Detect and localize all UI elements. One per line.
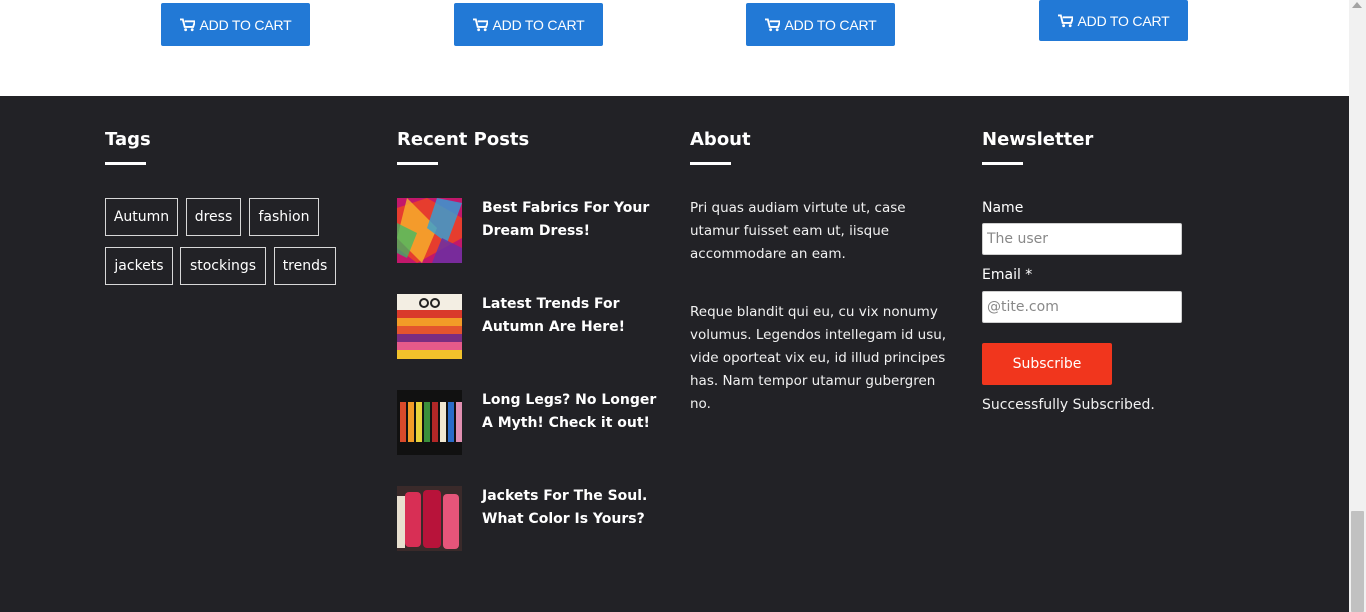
post-thumbnail[interactable]	[397, 294, 462, 359]
tag-jackets[interactable]: jackets	[105, 247, 173, 285]
add-to-cart-button[interactable]: ADD TO CART	[746, 3, 895, 46]
add-to-cart-label: ADD TO CART	[784, 16, 877, 33]
add-to-cart-label: ADD TO CART	[492, 16, 585, 33]
recent-posts-heading: Recent Posts	[397, 129, 530, 150]
tag-trends[interactable]: trends	[274, 247, 336, 285]
scroll-up-icon[interactable]	[1352, 2, 1362, 8]
post-title[interactable]: Best Fabrics For Your Dream Dress!	[482, 197, 657, 243]
heading-underline	[982, 162, 1023, 165]
post-thumbnail[interactable]	[397, 390, 462, 455]
add-to-cart-button[interactable]: ADD TO CART	[161, 3, 310, 46]
about-paragraph: Pri quas audiam virtute ut, case utamur …	[690, 200, 906, 262]
post-title[interactable]: Jackets For The Soul. What Color Is Your…	[482, 485, 657, 531]
tags-heading: Tags	[105, 129, 151, 150]
tag-stockings[interactable]: stockings	[180, 247, 266, 285]
post-thumbnail[interactable]	[397, 198, 462, 263]
shopping-cart-icon	[1057, 13, 1073, 27]
post-title[interactable]: Long Legs? No Longer A Myth! Check it ou…	[482, 389, 657, 435]
email-input[interactable]	[982, 291, 1182, 323]
product-grid-bottom: ADD TO CART ADD TO CART ADD TO CART ADD …	[0, 0, 1349, 96]
heading-underline	[105, 162, 146, 165]
add-to-cart-button[interactable]: ADD TO CART	[1039, 0, 1188, 41]
about-paragraph: Reque blandit qui eu, cu vix nonumy volu…	[690, 304, 947, 412]
subscription-status: Successfully Subscribed.	[982, 397, 1155, 413]
newsletter-heading: Newsletter	[982, 129, 1094, 150]
post-thumbnail[interactable]	[397, 486, 462, 551]
tag-autumn[interactable]: Autumn	[105, 198, 178, 236]
about-heading: About	[690, 129, 751, 150]
subscribe-button[interactable]: Subscribe	[982, 343, 1112, 385]
shopping-cart-icon	[764, 17, 780, 31]
heading-underline	[690, 162, 731, 165]
shopping-cart-icon	[472, 17, 488, 31]
site-footer: Tags Autumn dress fashion jackets stocki…	[0, 96, 1349, 612]
heading-underline	[397, 162, 438, 165]
tag-fashion[interactable]: fashion	[249, 198, 319, 236]
scrollbar-thumb[interactable]	[1351, 511, 1364, 612]
post-title[interactable]: Latest Trends For Autumn Are Here!	[482, 293, 657, 339]
email-label: Email *	[982, 267, 1033, 283]
name-label: Name	[982, 200, 1024, 216]
tag-dress[interactable]: dress	[186, 198, 241, 236]
add-to-cart-label: ADD TO CART	[1077, 12, 1170, 29]
name-input[interactable]	[982, 223, 1182, 255]
add-to-cart-label: ADD TO CART	[199, 16, 292, 33]
shopping-cart-icon	[179, 17, 195, 31]
add-to-cart-button[interactable]: ADD TO CART	[454, 3, 603, 46]
